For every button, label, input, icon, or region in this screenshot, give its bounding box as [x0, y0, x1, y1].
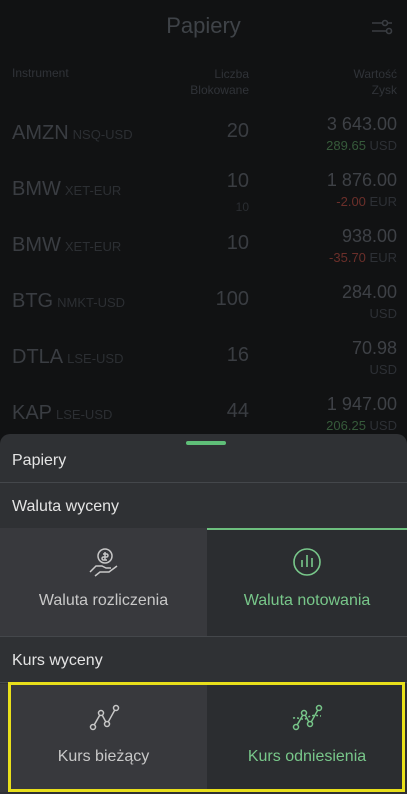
- change: -2.00 EUR: [336, 194, 397, 209]
- currency: EUR: [369, 250, 397, 265]
- section-label: Kurs wyceny: [12, 652, 103, 669]
- market: NSQ-USD: [72, 127, 133, 142]
- divider: [0, 636, 407, 637]
- col-qty-label: Liczba: [214, 67, 249, 81]
- change: USD: [370, 306, 397, 321]
- table-row[interactable]: BMW XET-EUR 10 10 1 876.00 -2.00 EUR: [12, 160, 397, 216]
- market: NMKT-USD: [57, 295, 126, 310]
- change-amount: 289.65: [326, 138, 366, 153]
- chart-circle-icon: [293, 548, 321, 576]
- blocked-quantity: 10: [235, 200, 249, 214]
- currency: EUR: [369, 194, 397, 209]
- symbol-code: KAP: [12, 402, 53, 424]
- col-qty: Liczba Blokowane: [190, 66, 249, 98]
- option-label: Waluta notowania: [243, 592, 371, 609]
- col-value-label: Wartość: [353, 67, 397, 81]
- option-label: Kurs bieżący: [57, 748, 150, 765]
- line-chart-icon: [89, 704, 119, 731]
- sheet-title-text: Papiery: [12, 452, 67, 469]
- settings-sliders-icon[interactable]: [369, 14, 395, 40]
- quantity: 44: [226, 400, 249, 422]
- symbol-code: DTLA: [12, 346, 64, 368]
- symbol: KAP LSE-USD: [12, 402, 112, 425]
- option-settlement-currency[interactable]: Waluta rozliczenia: [0, 528, 207, 636]
- change: 206.25 USD: [326, 418, 397, 433]
- symbol-code: BTG: [12, 290, 54, 312]
- table-row[interactable]: KAP LSE-USD 44 1 947.00 206.25 USD: [12, 384, 397, 440]
- col-value: Wartość Zysk: [353, 66, 397, 98]
- quantity: 100: [215, 288, 249, 310]
- page-title: Papiery: [166, 13, 241, 38]
- quantity: 20: [226, 120, 249, 142]
- market: LSE-USD: [67, 351, 124, 366]
- market: LSE-USD: [56, 407, 113, 422]
- col-profit-label: Zysk: [371, 83, 397, 97]
- money-hand-icon: [88, 548, 117, 577]
- divider: [0, 682, 407, 683]
- symbol-code: AMZN: [12, 122, 69, 144]
- market: XET-EUR: [64, 183, 122, 198]
- symbol: BMW XET-EUR: [12, 178, 121, 201]
- currency: USD: [369, 306, 397, 321]
- change-amount: -35.70: [329, 250, 366, 265]
- market: XET-EUR: [64, 239, 122, 254]
- table-row[interactable]: BMW XET-EUR 10 938.00 -35.70 EUR: [12, 216, 397, 272]
- selected-indicator: [207, 528, 407, 530]
- section-valuation-currency: Waluta wyceny: [0, 484, 407, 530]
- table-row[interactable]: DTLA LSE-USD 16 70.98 USD: [12, 328, 397, 384]
- option-label: Kurs odniesienia: [247, 748, 367, 765]
- bottom-sheet: Papiery Waluta wyceny Waluta rozliczenia…: [0, 434, 407, 794]
- symbol: DTLA LSE-USD: [12, 346, 123, 369]
- option-current-rate[interactable]: Kurs bieżący: [0, 684, 207, 792]
- top-bar: Papiery: [0, 0, 407, 52]
- symbol-code: BMW: [12, 178, 61, 200]
- quantity: 10: [226, 170, 249, 192]
- table-row[interactable]: BTG NMKT-USD 100 284.00 USD: [12, 272, 397, 328]
- quantity: 10: [226, 232, 249, 254]
- currency: USD: [369, 418, 397, 433]
- symbol-code: BMW: [12, 234, 61, 256]
- value: 938.00: [341, 226, 397, 246]
- column-headers: Instrument Liczba Blokowane Wartość Zysk: [12, 64, 397, 104]
- symbol: BMW XET-EUR: [12, 234, 121, 257]
- value: 70.98: [351, 338, 397, 358]
- section-valuation-rate: Kurs wyceny: [0, 638, 407, 684]
- value: 3 643.00: [326, 114, 397, 134]
- symbol: AMZN NSQ-USD: [12, 122, 133, 145]
- value: 1 876.00: [326, 170, 397, 190]
- sheet-title: Papiery: [0, 438, 407, 484]
- table-row[interactable]: AMZN NSQ-USD 20 3 643.00 289.65 USD: [12, 104, 397, 160]
- col-blocked-label: Blokowane: [190, 83, 249, 97]
- symbol: BTG NMKT-USD: [12, 290, 125, 313]
- option-quote-currency[interactable]: Waluta notowania: [207, 528, 407, 636]
- value: 1 947.00: [326, 394, 397, 414]
- change-amount: 206.25: [326, 418, 366, 433]
- change: USD: [370, 362, 397, 377]
- option-label: Waluta rozliczenia: [38, 592, 169, 609]
- col-instrument: Instrument: [12, 66, 69, 80]
- option-reference-rate[interactable]: Kurs odniesienia: [207, 684, 407, 792]
- section-label: Waluta wyceny: [12, 498, 119, 515]
- line-chart-reference-icon: [292, 704, 323, 731]
- quantity: 16: [226, 344, 249, 366]
- change: 289.65 USD: [326, 138, 397, 153]
- value: 284.00: [341, 282, 397, 302]
- currency: USD: [369, 138, 397, 153]
- change: -35.70 EUR: [329, 250, 397, 265]
- currency: USD: [369, 362, 397, 377]
- change-amount: -2.00: [336, 194, 366, 209]
- divider: [0, 482, 407, 483]
